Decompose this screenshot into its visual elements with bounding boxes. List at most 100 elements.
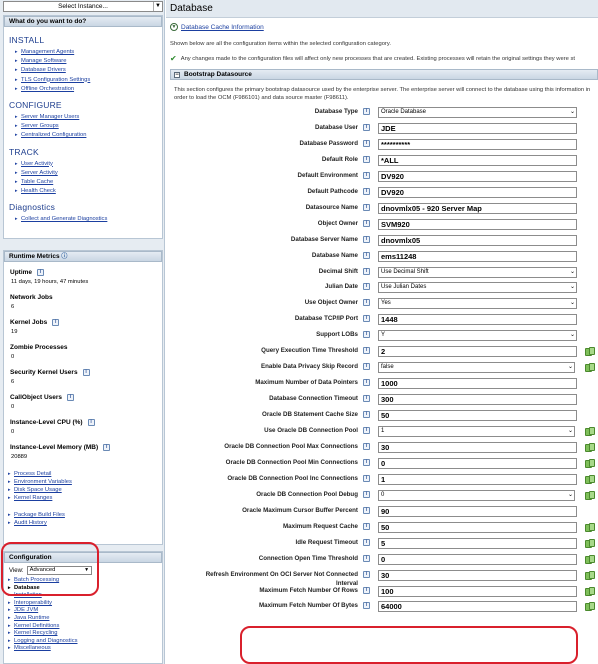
info-icon[interactable]: i — [87, 419, 95, 426]
info-icon[interactable]: i — [363, 442, 370, 450]
info-icon[interactable]: i — [363, 538, 370, 546]
info-icon[interactable]: i — [37, 269, 45, 276]
field-input-datasource-name[interactable]: dnovmlx05 - 920 Server Map — [378, 202, 577, 214]
config-link-kernel-recycling[interactable]: Kernel Recycling — [8, 630, 162, 638]
info-icon[interactable]: i — [363, 586, 370, 594]
field-input-oracle-maximum-cursor-buffer-percent[interactable]: 90 — [378, 505, 577, 517]
field-select-database-type[interactable]: Oracle Database ⌄ — [378, 107, 577, 118]
apply-icon[interactable] — [585, 586, 595, 596]
config-link-miscellaneous[interactable]: Miscellaneous — [8, 645, 162, 653]
info-icon[interactable]: i — [363, 108, 370, 115]
info-icon[interactable]: i — [363, 219, 370, 227]
apply-icon[interactable] — [585, 602, 595, 612]
link-database-drivers[interactable]: Database Drivers — [15, 66, 162, 75]
view-select[interactable]: Advanced ▼ — [26, 566, 92, 575]
field-input-maximum-request-cache[interactable]: 50 — [378, 521, 577, 533]
field-input-default-environment[interactable]: DV920 — [378, 170, 577, 182]
field-input-database-name[interactable]: ems11248 — [378, 250, 577, 262]
field-input-database-connection-timeout[interactable]: 300 — [378, 394, 577, 406]
config-link-kernel-definitions[interactable]: Kernel Definitions — [8, 623, 162, 631]
field-select-support-lobs[interactable]: Y ⌄ — [378, 330, 577, 342]
link-kernel-ranges[interactable]: Kernel Ranges — [8, 494, 162, 502]
apply-icon[interactable] — [585, 554, 595, 564]
field-select-use-oracle-db-connection-pool[interactable]: 1 ⌄ — [378, 426, 575, 437]
info-icon[interactable]: i — [363, 522, 370, 530]
field-input-connection-open-time-threshold[interactable]: 0 — [378, 553, 577, 565]
field-input-maximum-fetch-number-of-bytes[interactable]: 64000 — [378, 601, 577, 613]
apply-icon[interactable] — [585, 522, 595, 532]
info-icon[interactable]: i — [67, 394, 75, 401]
field-select-use-object-owner[interactable]: Yes ⌄ — [378, 298, 577, 310]
link-server-groups[interactable]: Server Groups — [15, 122, 162, 131]
info-icon[interactable]: i — [363, 506, 370, 514]
link-collect-and-generate-diagnostics[interactable]: Collect and Generate Diagnostics — [15, 215, 162, 224]
field-input-database-tcp-ip-port[interactable]: 1448 — [378, 314, 577, 326]
field-input-database-server-name[interactable]: dnovmlx05 — [378, 234, 577, 246]
info-icon[interactable]: i — [363, 267, 370, 275]
info-icon[interactable]: i — [363, 203, 370, 211]
info-icon[interactable]: i — [363, 235, 370, 243]
info-icon[interactable]: i — [52, 319, 60, 326]
config-link-java-runtime[interactable]: Java Runtime — [8, 615, 162, 623]
field-input-maximum-fetch-number-of-rows[interactable]: 100 — [378, 585, 577, 597]
database-cache-link[interactable]: Database Cache Information — [181, 24, 264, 31]
link-server-activity[interactable]: Server Activity — [15, 169, 162, 178]
info-icon[interactable]: i — [363, 123, 370, 131]
collapse-icon[interactable]: − — [174, 71, 180, 78]
info-icon[interactable]: i — [363, 155, 370, 163]
info-icon[interactable]: i — [363, 490, 370, 498]
info-icon[interactable]: i — [363, 187, 370, 195]
info-icon[interactable]: i — [363, 299, 370, 307]
info-icon[interactable]: i — [363, 458, 370, 466]
apply-icon[interactable] — [585, 474, 595, 484]
instance-select[interactable]: Select Instance... ▼ — [3, 1, 163, 12]
field-input-oracle-db-connection-pool-inc-connections[interactable]: 1 — [378, 473, 577, 485]
link-environment-variables[interactable]: Environment Variables — [8, 478, 162, 486]
info-icon[interactable]: i — [363, 602, 370, 610]
link-disk-space-usage[interactable]: Disk Space Usage — [8, 486, 162, 494]
field-select-julian-date[interactable]: Use Julian Dates ⌄ — [378, 282, 577, 294]
bootstrap-section-header[interactable]: − Bootstrap Datasource — [170, 69, 598, 80]
field-input-object-owner[interactable]: SVM920 — [378, 218, 577, 230]
apply-icon[interactable] — [585, 490, 595, 500]
info-icon[interactable]: i — [363, 474, 370, 482]
config-link-installation[interactable]: Installation — [8, 592, 162, 600]
link-audit-history[interactable]: Audit History — [8, 519, 162, 527]
field-input-refresh-environment-on-oci-server-not-connected-interval[interactable]: 30 — [378, 569, 577, 581]
info-icon[interactable]: i — [363, 427, 370, 434]
apply-icon[interactable] — [585, 347, 595, 357]
link-offline-orchestration[interactable]: Offline Orchestration — [15, 85, 162, 94]
info-icon[interactable]: i — [363, 570, 370, 578]
link-server-manager-users[interactable]: Server Manager Users — [15, 113, 162, 122]
apply-icon[interactable] — [585, 458, 595, 468]
link-package-build-files[interactable]: Package Build Files — [8, 511, 162, 519]
field-input-oracle-db-connection-pool-max-connections[interactable]: 30 — [378, 441, 577, 453]
link-table-cache[interactable]: Table Cache — [15, 178, 162, 187]
link-management-agents[interactable]: Management Agents — [15, 48, 162, 57]
help-icon[interactable]: ⓘ — [61, 254, 67, 260]
apply-icon[interactable] — [585, 538, 595, 548]
field-select-decimal-shift[interactable]: Use Decimal Shift ⌄ — [378, 266, 577, 278]
info-icon[interactable]: i — [363, 411, 370, 419]
link-process-detail[interactable]: Process Detail — [8, 470, 162, 478]
field-input-default-role[interactable]: *ALL — [378, 154, 577, 166]
field-select-enable-data-privacy-skip-record[interactable]: false ⌄ — [378, 362, 575, 374]
config-link-logging-and-diagnostics[interactable]: Logging and Diagnostics — [8, 638, 162, 646]
field-input-idle-request-timeout[interactable]: 5 — [378, 537, 577, 549]
info-icon[interactable]: i — [363, 395, 370, 403]
config-link-interoperability[interactable]: Interoperability — [8, 600, 162, 608]
link-manage-software[interactable]: Manage Software — [15, 57, 162, 66]
link-user-activity[interactable]: User Activity — [15, 160, 162, 169]
apply-icon[interactable] — [585, 570, 595, 580]
info-icon[interactable]: i — [363, 379, 370, 387]
info-icon[interactable]: i — [82, 369, 90, 376]
info-icon[interactable]: i — [363, 171, 370, 179]
info-icon[interactable]: i — [363, 283, 370, 291]
config-link-jde-jvm[interactable]: JDE JVM — [8, 607, 162, 615]
info-icon[interactable]: i — [363, 139, 370, 147]
link-health-check[interactable]: Health Check — [15, 187, 162, 196]
info-icon[interactable]: i — [103, 444, 111, 451]
config-link-batch-processing[interactable]: Batch Processing — [8, 577, 162, 585]
info-icon[interactable]: i — [363, 554, 370, 562]
apply-icon[interactable] — [585, 427, 595, 436]
